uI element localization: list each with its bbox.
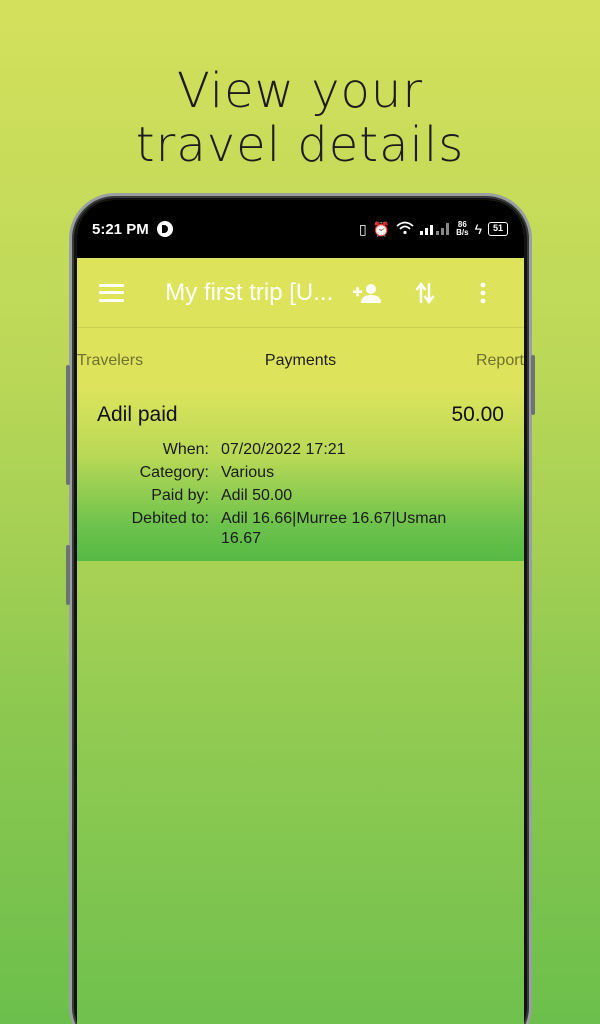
tab-report[interactable]: Report [476,352,524,370]
vibrate-icon: ▯ [358,220,367,237]
category-value: Various [221,464,275,481]
payment-card[interactable]: Adil paid 50.00 When: 07/20/2022 17:21 C… [77,388,524,561]
net-speed-unit: B/s [456,228,469,237]
headline: View your travel details [0,64,600,172]
net-speed: 86 B/s [456,221,468,237]
payment-debited-row: Debited to: Adil 16.66|Murree 16.67|Usma… [97,509,504,549]
alarm-icon: ⏰ [372,220,391,237]
debited-to-label: Debited to: [131,510,209,527]
menu-icon[interactable] [99,283,125,302]
signal-icon [420,221,450,238]
app-notification-icon [156,221,173,237]
status-time: 5:21 PM [92,220,149,238]
when-label: When: [162,441,209,458]
debited-to-value: Adil 16.66|Murree 16.67|Usman 16.67 [221,510,447,547]
payment-header: Adil paid 50.00 [97,398,504,432]
wifi-icon [396,221,414,238]
payment-paid-by-row: Paid by: Adil 50.00 [97,486,504,506]
payment-category-row: Category: Various [97,463,504,483]
payment-amount: 50.00 [451,403,504,426]
app-bar: My first trip [U... [77,258,524,328]
phone-side-button [66,545,70,605]
status-bar: 5:21 PM ▯ ⏰ 86 B/s ϟ 51 [77,200,524,258]
paid-by-value: Adil 50.00 [221,487,293,504]
charging-icon: ϟ [474,221,482,237]
app-bar-actions [338,273,512,313]
headline-line-1: View your [176,63,424,119]
app-title: My first trip [U... [165,278,334,306]
phone-volume-button [66,365,70,485]
paid-by-label: Paid by: [151,487,209,504]
tab-payments[interactable]: Payments [77,352,524,370]
more-icon[interactable] [454,273,512,313]
phone-screen: 5:21 PM ▯ ⏰ 86 B/s ϟ 51 My first trip [U… [77,200,524,1024]
payment-title: Adil paid [97,403,178,426]
battery-icon: 51 [487,222,508,236]
swap-icon[interactable] [396,273,454,313]
category-label: Category: [139,464,209,481]
add-person-icon[interactable] [338,273,396,313]
payment-when-row: When: 07/20/2022 17:21 [97,440,504,460]
status-icons: ▯ ⏰ 86 B/s ϟ 51 [359,221,508,238]
tab-bar: Travelers Payments Report [77,328,524,388]
headline-line-2: travel details [135,117,465,173]
when-value: 07/20/2022 17:21 [221,441,346,458]
phone-power-button [531,355,535,415]
